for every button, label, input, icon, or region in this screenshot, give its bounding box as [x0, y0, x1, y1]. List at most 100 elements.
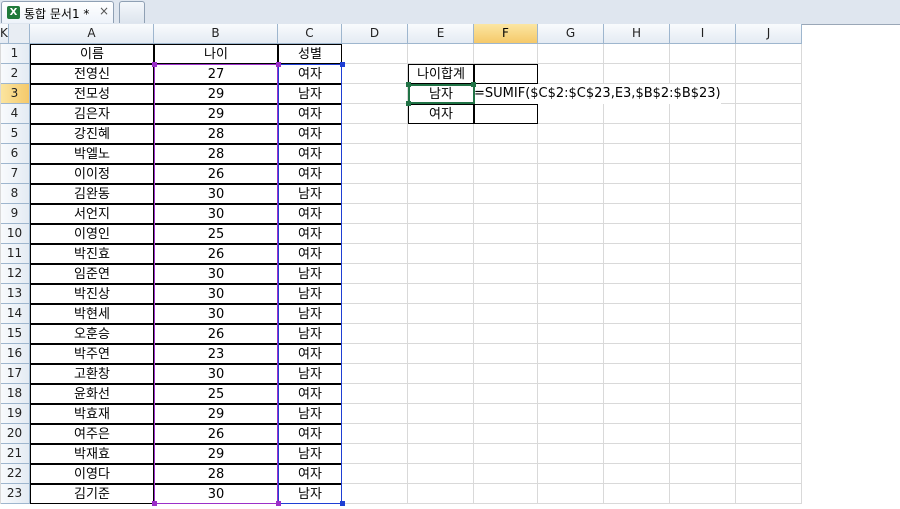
column-header-j[interactable]: J — [736, 24, 802, 44]
table-cell[interactable]: 남자 — [278, 484, 342, 504]
summary-value-cell[interactable] — [474, 104, 538, 124]
grid-cell[interactable] — [408, 464, 474, 484]
table-cell[interactable]: 여자 — [278, 244, 342, 264]
grid-cell[interactable] — [670, 344, 736, 364]
grid-cell[interactable] — [408, 204, 474, 224]
table-cell[interactable]: 남자 — [278, 364, 342, 384]
grid-cell[interactable] — [538, 444, 604, 464]
range-handle[interactable] — [406, 101, 411, 106]
table-cell[interactable]: 여자 — [278, 164, 342, 184]
grid-cell[interactable] — [736, 104, 802, 124]
grid-cell[interactable] — [474, 324, 538, 344]
table-cell[interactable]: 여자 — [278, 204, 342, 224]
table-cell[interactable]: 30 — [154, 284, 278, 304]
grid-cell[interactable] — [538, 184, 604, 204]
grid-cell[interactable] — [0, 304, 1, 324]
table-cell[interactable]: 여자 — [278, 144, 342, 164]
table-cell[interactable]: 30 — [154, 264, 278, 284]
grid-cell[interactable] — [736, 44, 802, 64]
table-cell[interactable]: 30 — [154, 484, 278, 504]
grid-cell[interactable] — [538, 164, 604, 184]
table-cell[interactable]: 30 — [154, 184, 278, 204]
grid-cell[interactable] — [736, 204, 802, 224]
column-header-k[interactable]: K — [0, 24, 9, 44]
grid-cell[interactable] — [0, 384, 1, 404]
grid-cell[interactable] — [538, 44, 604, 64]
grid-cell[interactable] — [0, 224, 1, 244]
grid-cell[interactable] — [0, 284, 1, 304]
grid-cell[interactable] — [736, 244, 802, 264]
grid-cell[interactable] — [408, 184, 474, 204]
grid-cell[interactable] — [538, 244, 604, 264]
table-cell[interactable]: 이영인 — [30, 224, 154, 244]
grid-cell[interactable] — [736, 464, 802, 484]
tab-workbook[interactable]: X 통합 문서1 * × — [1, 1, 114, 23]
grid-cell[interactable] — [0, 444, 1, 464]
row-header-11[interactable]: 11 — [0, 244, 30, 264]
grid-cell[interactable] — [670, 324, 736, 344]
column-header-f[interactable]: F — [474, 24, 538, 44]
grid-cell[interactable] — [670, 224, 736, 244]
table-cell[interactable]: 박현세 — [30, 304, 154, 324]
grid-cell[interactable] — [0, 104, 1, 124]
table-cell[interactable]: 박진상 — [30, 284, 154, 304]
table-cell[interactable]: 25 — [154, 384, 278, 404]
grid-cell[interactable] — [408, 244, 474, 264]
formula-edit-text[interactable]: =SUMIF($C$2:$C$23,E3,$B$2:$B$23) — [474, 84, 721, 104]
grid-cell[interactable] — [474, 204, 538, 224]
grid-cell[interactable] — [670, 304, 736, 324]
grid-cell[interactable] — [474, 384, 538, 404]
grid-cell[interactable] — [538, 464, 604, 484]
grid-cell[interactable] — [538, 264, 604, 284]
column-header-g[interactable]: G — [538, 24, 604, 44]
table-cell[interactable]: 남자 — [278, 184, 342, 204]
grid-cell[interactable] — [670, 44, 736, 64]
grid-cell[interactable] — [0, 64, 1, 84]
table-cell[interactable]: 26 — [154, 244, 278, 264]
grid-cell[interactable] — [736, 124, 802, 144]
row-header-7[interactable]: 7 — [0, 164, 30, 184]
table-cell[interactable]: 26 — [154, 164, 278, 184]
grid-cell[interactable] — [474, 164, 538, 184]
range-handle[interactable] — [406, 82, 411, 87]
summary-value-cell[interactable] — [474, 64, 538, 84]
table-cell[interactable]: 남자 — [278, 304, 342, 324]
grid-cell[interactable] — [474, 144, 538, 164]
grid-cell[interactable] — [342, 44, 408, 64]
table-cell[interactable]: 김완동 — [30, 184, 154, 204]
grid-cell[interactable] — [0, 204, 1, 224]
table-cell[interactable]: 서언지 — [30, 204, 154, 224]
table-cell[interactable]: 전모성 — [30, 84, 154, 104]
grid-cell[interactable] — [0, 264, 1, 284]
grid-cell[interactable] — [670, 244, 736, 264]
grid-cell[interactable] — [604, 264, 670, 284]
grid-cell[interactable] — [736, 184, 802, 204]
grid-cell[interactable] — [736, 164, 802, 184]
table-cell[interactable]: 임준연 — [30, 264, 154, 284]
table-cell[interactable]: 25 — [154, 224, 278, 244]
grid-cell[interactable] — [538, 64, 604, 84]
row-header-9[interactable]: 9 — [0, 204, 30, 224]
grid-cell[interactable] — [538, 104, 604, 124]
row-header-5[interactable]: 5 — [0, 124, 30, 144]
table-cell[interactable]: 남자 — [278, 284, 342, 304]
grid-cell[interactable] — [604, 104, 670, 124]
table-cell[interactable]: 전영신 — [30, 64, 154, 84]
close-icon[interactable]: × — [99, 4, 109, 18]
grid-cell[interactable] — [604, 384, 670, 404]
table-header-cell[interactable]: 나이 — [154, 44, 278, 64]
grid-cell[interactable] — [408, 384, 474, 404]
grid-cell[interactable] — [538, 324, 604, 344]
grid-cell[interactable] — [342, 484, 408, 504]
grid-cell[interactable] — [0, 184, 1, 204]
table-cell[interactable]: 박진효 — [30, 244, 154, 264]
column-header-i[interactable]: I — [670, 24, 736, 44]
grid-cell[interactable] — [408, 44, 474, 64]
grid-cell[interactable] — [670, 384, 736, 404]
grid-cell[interactable] — [538, 204, 604, 224]
grid-cell[interactable] — [342, 424, 408, 444]
grid-cell[interactable] — [342, 324, 408, 344]
grid-cell[interactable] — [670, 104, 736, 124]
grid-cell[interactable] — [474, 404, 538, 424]
row-header-1[interactable]: 1 — [0, 44, 30, 64]
